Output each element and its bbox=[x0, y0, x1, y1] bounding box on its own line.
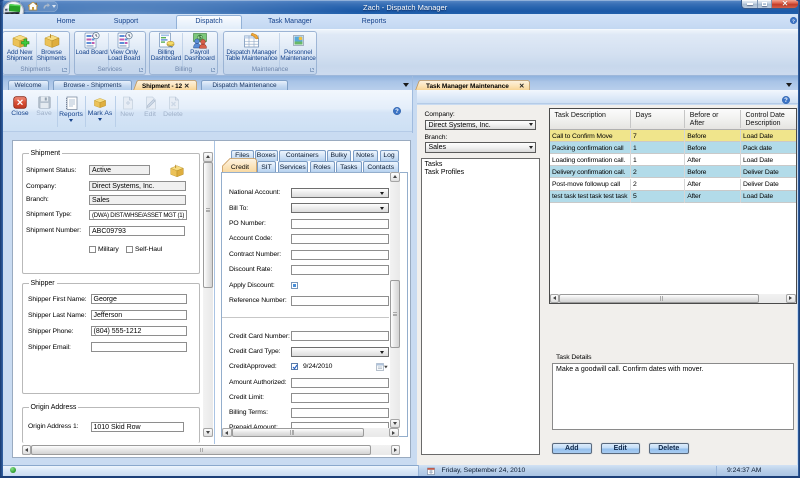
svg-text:Shipment - 12: Shipment - 12 bbox=[142, 82, 183, 89]
svg-text:✕: ✕ bbox=[16, 97, 24, 107]
svg-text:Task Manager Maintenance: Task Manager Maintenance bbox=[426, 83, 509, 90]
svg-text:✕: ✕ bbox=[184, 83, 190, 90]
svg-text:?: ? bbox=[792, 18, 795, 23]
svg-text:✕: ✕ bbox=[519, 83, 525, 90]
svg-text:Credit: Credit bbox=[231, 164, 249, 171]
svg-text:?: ? bbox=[784, 98, 788, 104]
svg-text:?: ? bbox=[395, 109, 399, 115]
